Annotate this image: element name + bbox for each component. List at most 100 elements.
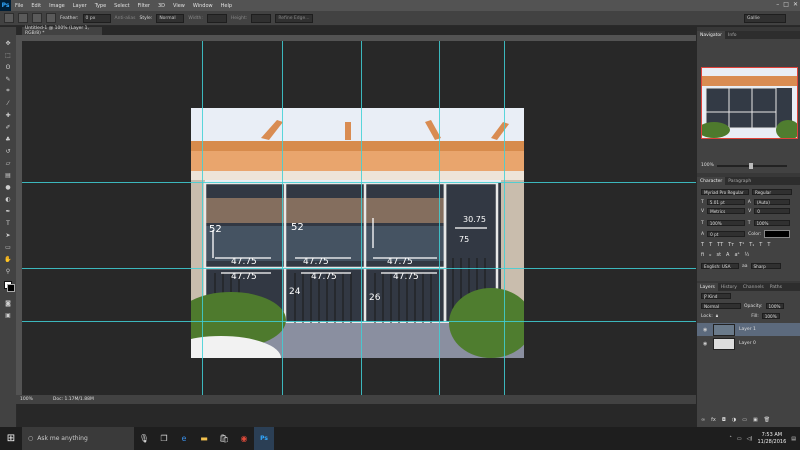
tab-info[interactable]: Info	[725, 31, 740, 39]
menu-window[interactable]: Window	[189, 3, 217, 9]
move-tool-icon[interactable]: ✥	[4, 39, 12, 47]
guide-vertical[interactable]	[439, 41, 440, 395]
store-icon[interactable]: 🛍︎	[214, 427, 234, 450]
style-select[interactable]: Normal	[156, 13, 185, 23]
fill-input[interactable]: 100%	[761, 313, 780, 319]
add-selection-icon[interactable]	[32, 13, 42, 23]
close-icon[interactable]: ✕	[793, 1, 798, 8]
font-family-select[interactable]: Myriad Pro Regular	[701, 189, 749, 195]
ligature-icon[interactable]: ﬁ	[701, 252, 704, 258]
guide-vertical[interactable]	[361, 41, 362, 395]
tracking-select[interactable]: 0	[754, 208, 791, 214]
font-size-input[interactable]: 5.01 pt	[706, 199, 745, 205]
subtract-selection-icon[interactable]	[46, 13, 56, 23]
photoshop-taskbar-icon[interactable]: Ps	[254, 427, 274, 450]
trash-icon[interactable]: 🗑︎	[764, 417, 770, 423]
clock[interactable]: 7:53 AM 11/28/2016	[757, 432, 786, 446]
guide-horizontal[interactable]	[22, 321, 696, 322]
leading-input[interactable]: (Auto)	[753, 199, 790, 205]
brush-tool-icon[interactable]: ✐	[4, 123, 12, 131]
menu-help[interactable]: Help	[217, 3, 236, 9]
swash-icon[interactable]: ℴ	[709, 252, 711, 258]
cortana-search[interactable]: ○ Ask me anything	[22, 427, 134, 450]
feather-input[interactable]: 0 px	[82, 13, 111, 23]
zoom-slider[interactable]	[716, 162, 787, 169]
eyedropper-icon[interactable]: ⁄	[4, 99, 12, 107]
menu-image[interactable]: Image	[45, 3, 69, 9]
strikethrough-icon[interactable]: T	[767, 242, 770, 248]
font-style-select[interactable]: Regular	[752, 189, 792, 195]
menu-layer[interactable]: Layer	[69, 3, 91, 9]
tab-navigator[interactable]: Navigator	[697, 31, 726, 39]
gradient-icon[interactable]: ▤	[4, 171, 12, 179]
horizontal-scale-input[interactable]: 100%	[753, 220, 790, 226]
eye-icon[interactable]: ◉	[703, 341, 709, 347]
dodge-tool-icon[interactable]: ◐	[4, 195, 12, 203]
titling-icon[interactable]: A	[726, 252, 729, 258]
zoom-level[interactable]: 100%	[20, 397, 33, 402]
zoom-tool-icon[interactable]: ⚲	[4, 267, 12, 275]
guide-horizontal[interactable]	[22, 268, 696, 269]
windows-start-icon[interactable]: ⊞	[0, 427, 22, 450]
shape-tool-icon[interactable]: ▭	[4, 243, 12, 251]
small-caps-icon[interactable]: Tт	[728, 242, 734, 248]
navigator-zoom[interactable]: 100%	[701, 163, 714, 168]
layer-row[interactable]: ◉ Layer 1	[697, 323, 800, 336]
maximize-icon[interactable]: □	[783, 1, 789, 8]
tray-chevron-icon[interactable]: ˄	[729, 436, 732, 442]
quick-select-icon[interactable]: ✎	[4, 75, 12, 83]
guide-vertical[interactable]	[504, 41, 505, 395]
new-selection-icon[interactable]	[18, 13, 28, 23]
microphone-icon[interactable]: 🎙︎	[134, 427, 154, 450]
subscript-icon[interactable]: T₁	[749, 242, 754, 248]
file-explorer-icon[interactable]: ▬	[194, 427, 214, 450]
tab-character[interactable]: Character	[697, 177, 726, 185]
refine-edge-button[interactable]: Refine Edge...	[275, 13, 313, 23]
width-input[interactable]	[206, 13, 227, 23]
chrome-icon[interactable]: ◉	[234, 427, 254, 450]
opacity-input[interactable]: 100%	[765, 303, 784, 309]
all-caps-icon[interactable]: TT	[717, 242, 723, 248]
layer-row[interactable]: ◉ Layer 0	[697, 337, 800, 350]
blend-mode-select[interactable]: Normal	[701, 303, 741, 309]
eraser-icon[interactable]: ▱	[4, 159, 12, 167]
clone-stamp-icon[interactable]: ♣	[4, 135, 12, 143]
marquee-tool-icon[interactable]	[4, 13, 14, 23]
tab-paragraph[interactable]: Paragraph	[725, 177, 754, 185]
volume-icon[interactable]: ◁)	[747, 436, 753, 442]
type-tool-icon[interactable]: T	[4, 219, 12, 227]
notifications-icon[interactable]: ▤	[791, 436, 796, 442]
fx-icon[interactable]: fx	[711, 417, 716, 423]
healing-brush-icon[interactable]: ✚	[4, 111, 12, 119]
anti-alias-checkbox[interactable]: Anti-alias	[115, 16, 136, 21]
menu-3d[interactable]: 3D	[154, 3, 169, 9]
doc-size-info[interactable]: Doc: 1.17M/1.88M	[53, 397, 94, 402]
fraction-icon[interactable]: ½	[745, 252, 750, 258]
screen-mode-icon[interactable]: ▣	[4, 311, 12, 319]
underline-icon[interactable]: T	[759, 242, 762, 248]
stylistic-alt-icon[interactable]: st	[716, 252, 721, 258]
new-layer-icon[interactable]: ▣	[753, 417, 758, 423]
adjustment-icon[interactable]: ◑	[732, 417, 736, 423]
group-icon[interactable]: ▭	[742, 417, 747, 423]
faux-italic-icon[interactable]: T	[709, 242, 712, 248]
task-view-icon[interactable]: ❐	[154, 427, 174, 450]
menu-type[interactable]: Type	[91, 3, 110, 9]
baseline-shift-input[interactable]: 0 pt	[707, 231, 746, 237]
ordinal-icon[interactable]: aᵃ	[734, 252, 739, 258]
lock-icon[interactable]: 🔒︎	[716, 313, 718, 319]
layer-filter-select[interactable]: Ƿ Kind	[701, 293, 731, 299]
navigator-preview[interactable]	[701, 67, 798, 139]
superscript-icon[interactable]: T¹	[739, 242, 744, 248]
eye-icon[interactable]: ◉	[703, 327, 709, 333]
menu-view[interactable]: View	[169, 3, 189, 9]
workspace-select[interactable]: Gallie	[744, 14, 786, 23]
faux-bold-icon[interactable]: T	[701, 242, 704, 248]
tab-layers[interactable]: Layers	[697, 283, 718, 291]
menu-file[interactable]: File	[11, 3, 27, 9]
pen-tool-icon[interactable]: ✒	[4, 207, 12, 215]
lasso-tool-icon[interactable]: ʘ	[4, 63, 12, 71]
edge-browser-icon[interactable]: e	[174, 427, 194, 450]
hand-tool-icon[interactable]: ✋	[4, 255, 12, 263]
link-icon[interactable]: ∞	[701, 417, 705, 423]
